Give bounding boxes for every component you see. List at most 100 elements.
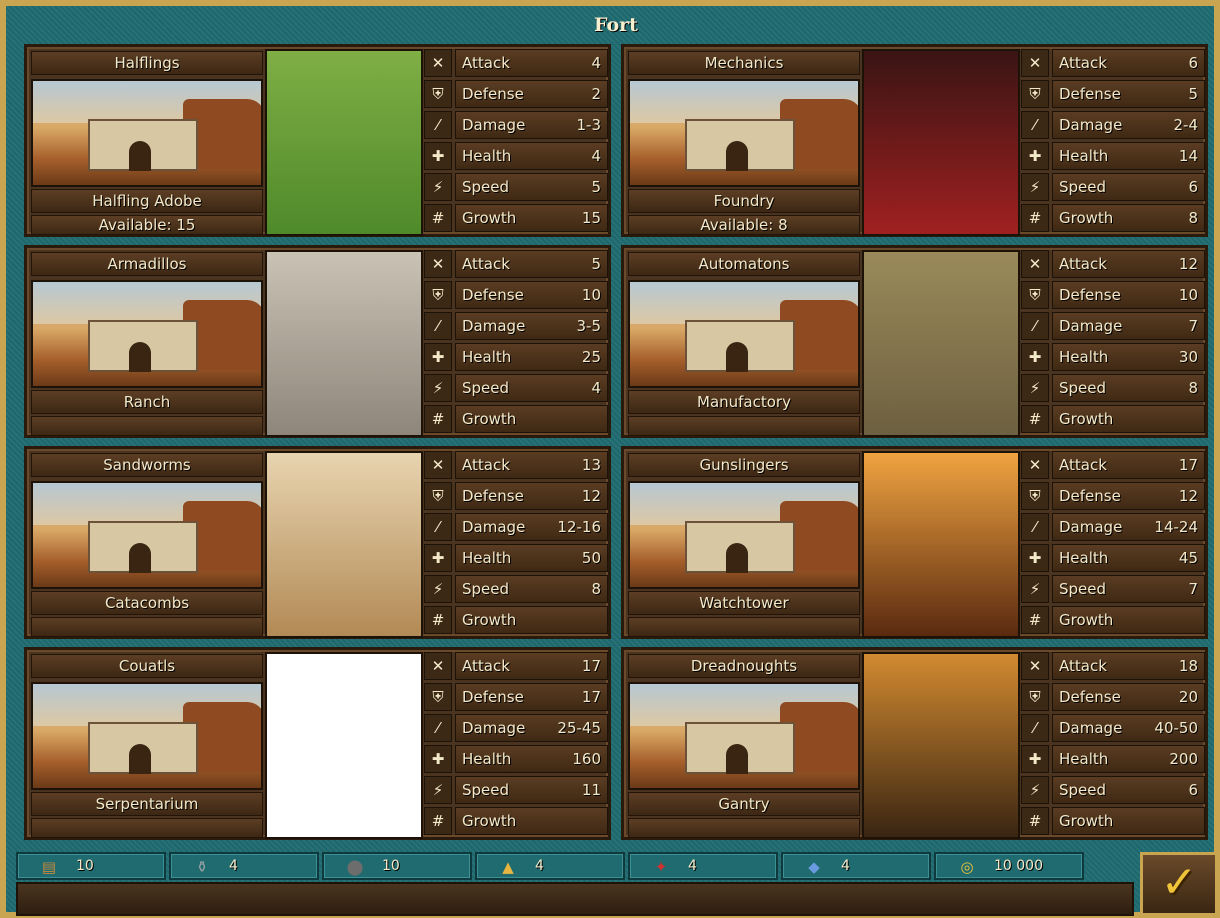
dwelling-image[interactable] [31, 481, 263, 589]
creature-card[interactable]: Gunslingers Watchtower ✕ Attack 17 ⛨ Defense 12… [621, 446, 1208, 639]
stat-row-defense: ⛨ Defense 12 [424, 482, 608, 510]
stat-value: 20 [1178, 688, 1198, 706]
creature-portrait[interactable] [265, 451, 423, 638]
creature-card[interactable]: Halflings Halfling Adobe Available: 15 ✕ Att… [24, 44, 611, 237]
stat-row-defense: ⛨ Defense 20 [1021, 683, 1205, 711]
stat-label: Growth [1059, 812, 1114, 830]
stat-label: Defense [462, 286, 524, 304]
health-icon: ✚ [424, 343, 452, 371]
creature-card[interactable]: Mechanics Foundry Available: 8 ✕ Attack 6 ⛨ Def… [621, 44, 1208, 237]
stat-bar: Damage 3-5 [455, 312, 608, 340]
resource-slot: ▤ 10 [16, 852, 166, 880]
growth-icon: # [424, 606, 452, 634]
stat-label: Speed [1059, 178, 1107, 196]
creature-card[interactable]: Armadillos Ranch ✕ Attack 5 ⛨ Defense 10 ⁄ Damage… [24, 245, 611, 438]
crossed-swords-icon: ✕ [424, 652, 452, 680]
stat-bar: Speed 11 [455, 776, 608, 804]
dwelling-image[interactable] [628, 682, 860, 790]
stat-bar: Speed 6 [1052, 776, 1205, 804]
stat-value: 18 [1178, 657, 1198, 675]
creature-portrait[interactable] [862, 49, 1020, 236]
dwelling-image[interactable] [31, 280, 263, 388]
creature-card[interactable]: Dreadnoughts Gantry ✕ Attack 18 ⛨ Defense 20 ⁄ Da… [621, 647, 1208, 840]
stat-label: Speed [1059, 379, 1107, 397]
stat-value: 2-4 [1173, 116, 1199, 134]
stat-value: 10 [1178, 286, 1198, 304]
speed-icon: ⚡ [424, 575, 452, 603]
stat-label: Defense [1059, 286, 1121, 304]
stat-label: Speed [462, 580, 510, 598]
dwelling-column: Halflings Halfling Adobe Available: 15 [31, 51, 263, 235]
creature-portrait[interactable] [265, 652, 423, 839]
resource-amount: 4 [229, 858, 238, 874]
creature-card[interactable]: Automatons Manufactory ✕ Attack 12 ⛨ Defense 10… [621, 245, 1208, 438]
creature-card[interactable]: Sandworms Catacombs ✕ Attack 13 ⛨ Defense 12 ⁄ Da… [24, 446, 611, 639]
stat-row-growth: # Growth 15 [424, 204, 608, 232]
resource-slot: ▲ 4 [475, 852, 625, 880]
dwelling-image[interactable] [628, 280, 860, 388]
creature-portrait[interactable] [862, 652, 1020, 839]
confirm-button[interactable]: ✓ [1140, 852, 1218, 916]
stat-label: Speed [1059, 781, 1107, 799]
creature-portrait[interactable] [862, 250, 1020, 437]
stat-row-growth: # Growth [1021, 807, 1205, 835]
stat-row-speed: ⚡ Speed 11 [424, 776, 608, 804]
fort-window: Fort Halflings Halfling Adobe Available: 1… [0, 0, 1220, 918]
dwelling-column: Armadillos Ranch [31, 252, 263, 436]
sword-icon: ⁄ [1021, 111, 1049, 139]
stat-value: 25-45 [557, 719, 601, 737]
stat-label: Health [462, 348, 512, 366]
resource-bar: ▤ 10 ⚱ 4 ⬤ 10 ▲ 4 ✦ 4 ◆ 4 ◎ 10 000 [16, 852, 1134, 880]
crossed-swords-icon: ✕ [1021, 652, 1049, 680]
creature-name: Couatls [31, 654, 263, 678]
resource-slot: ⚱ 4 [169, 852, 319, 880]
stat-bar: Speed 7 [1052, 575, 1205, 603]
growth-icon: # [1021, 606, 1049, 634]
gems-icon: ◆ [808, 858, 820, 876]
stat-value: 6 [1188, 54, 1198, 72]
stat-bar: Speed 4 [455, 374, 608, 402]
shield-icon: ⛨ [424, 683, 452, 711]
creature-portrait[interactable] [862, 451, 1020, 638]
resource-slot: ◎ 10 000 [934, 852, 1084, 880]
dwelling-image[interactable] [628, 481, 860, 589]
sword-icon: ⁄ [1021, 312, 1049, 340]
stat-row-attack: ✕ Attack 5 [424, 250, 608, 278]
stat-bar: Defense 10 [1052, 281, 1205, 309]
stat-row-health: ✚ Health 160 [424, 745, 608, 773]
stat-row-growth: # Growth [424, 807, 608, 835]
creature-card[interactable]: Couatls Serpentarium ✕ Attack 17 ⛨ Defense 17 ⁄ D… [24, 647, 611, 840]
crossed-swords-icon: ✕ [424, 451, 452, 479]
dwelling-image[interactable] [31, 682, 263, 790]
creature-portrait[interactable] [265, 49, 423, 236]
stat-label: Defense [1059, 85, 1121, 103]
stat-label: Health [1059, 348, 1109, 366]
stat-value: 8 [591, 580, 601, 598]
stat-bar: Attack 5 [455, 250, 608, 278]
stat-row-speed: ⚡ Speed 6 [1021, 173, 1205, 201]
dwelling-column: Mechanics Foundry Available: 8 [628, 51, 860, 235]
stat-row-health: ✚ Health 30 [1021, 343, 1205, 371]
creature-name: Automatons [628, 252, 860, 276]
stat-bar: Damage 25-45 [455, 714, 608, 742]
stat-label: Damage [1059, 719, 1123, 737]
dwelling-image[interactable] [628, 79, 860, 187]
resource-amount: 10 [76, 858, 94, 874]
dwelling-image[interactable] [31, 79, 263, 187]
stat-bar: Defense 12 [455, 482, 608, 510]
stat-row-damage: ⁄ Damage 3-5 [424, 312, 608, 340]
stat-bar: Speed 8 [1052, 374, 1205, 402]
creature-portrait[interactable] [265, 250, 423, 437]
available-count [628, 416, 860, 436]
stat-bar: Attack 4 [455, 49, 608, 77]
dwelling-name: Watchtower [628, 591, 860, 615]
resource-slot: ⬤ 10 [322, 852, 472, 880]
stat-bar: Growth [455, 405, 608, 433]
stat-row-defense: ⛨ Defense 17 [424, 683, 608, 711]
sword-icon: ⁄ [424, 513, 452, 541]
stat-value: 5 [1188, 85, 1198, 103]
stat-row-attack: ✕ Attack 4 [424, 49, 608, 77]
stat-value: 12 [1178, 487, 1198, 505]
stat-label: Attack [462, 54, 510, 72]
stat-label: Health [1059, 549, 1109, 567]
